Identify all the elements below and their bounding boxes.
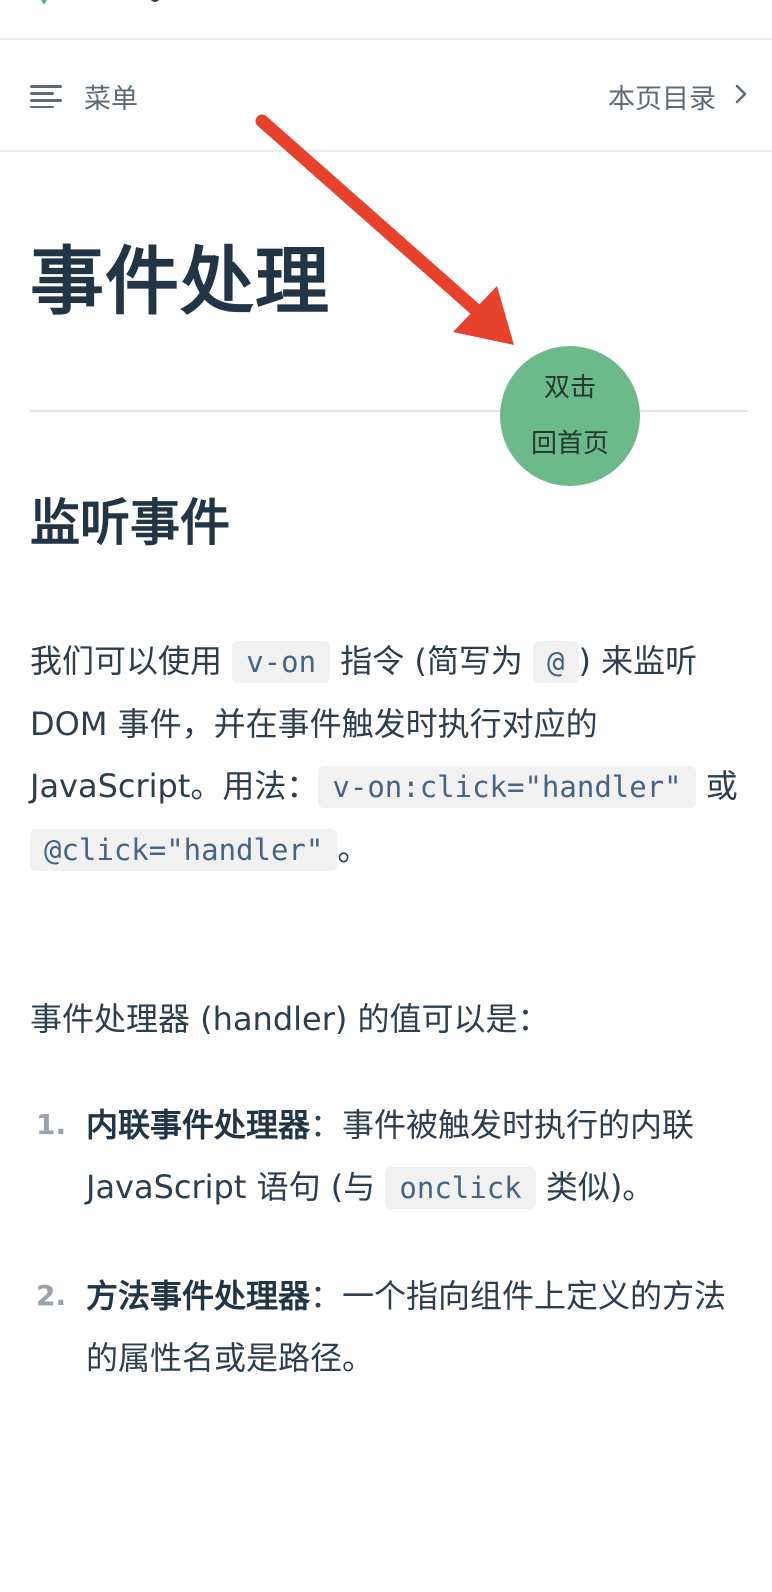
paragraph-text: 我们可以使用 bbox=[30, 642, 233, 680]
paragraph-text: 指令 (简写为 bbox=[330, 642, 534, 680]
title-divider bbox=[30, 410, 748, 412]
top-bar bbox=[0, 0, 772, 40]
page-title: 事件处理 bbox=[30, 239, 330, 325]
hamburger-icon bbox=[30, 84, 62, 108]
handler-paragraph: 事件处理器 (handler) 的值可以是： bbox=[30, 1000, 550, 1038]
paragraph-text: 或 bbox=[695, 767, 738, 805]
list-item-term: 内联事件处理器 bbox=[86, 1106, 311, 1144]
site-logo[interactable] bbox=[34, 0, 164, 4]
inline-code: @ bbox=[533, 641, 579, 683]
back-home-line2: 回首页 bbox=[530, 429, 609, 459]
intro-paragraph: 我们可以使用 v-on 指令 (简写为 @) 来监听 DOM 事件，并在事件触发… bbox=[30, 630, 742, 881]
list-item-text: 类似)。 bbox=[535, 1168, 655, 1206]
list-item-term: 方法事件处理器 bbox=[86, 1277, 311, 1315]
paragraph-text: 。 bbox=[337, 830, 370, 868]
list-number: 1. bbox=[36, 1108, 67, 1141]
on-this-page-button[interactable]: 本页目录 bbox=[608, 76, 748, 116]
section-heading: 监听事件 bbox=[30, 494, 230, 552]
list-item: 1. 内联事件处理器：事件被触发时执行的内联 JavaScript 语句 (与 … bbox=[30, 1094, 742, 1219]
menu-button[interactable]: 菜单 bbox=[30, 76, 138, 116]
inline-code: @click="handler" bbox=[30, 829, 338, 871]
chevron-right-icon bbox=[734, 83, 748, 109]
inline-code: v-on:click="handler" bbox=[318, 766, 696, 808]
back-home-line1: 双击 bbox=[543, 373, 596, 403]
double-click-home-button[interactable]: 双击 回首页 bbox=[500, 346, 640, 486]
handler-types-list: 1. 内联事件处理器：事件被触发时执行的内联 JavaScript 语句 (与 … bbox=[30, 1094, 742, 1389]
inline-code: v-on bbox=[232, 641, 331, 683]
menu-label: 菜单 bbox=[84, 83, 138, 115]
inline-code: onclick bbox=[385, 1167, 536, 1209]
local-nav: 菜单 本页目录 bbox=[0, 40, 772, 152]
list-number: 2. bbox=[36, 1279, 67, 1312]
on-this-page-label: 本页目录 bbox=[608, 83, 716, 115]
list-item: 2. 方法事件处理器：一个指向组件上定义的方法的属性名或是路径。 bbox=[30, 1265, 742, 1389]
